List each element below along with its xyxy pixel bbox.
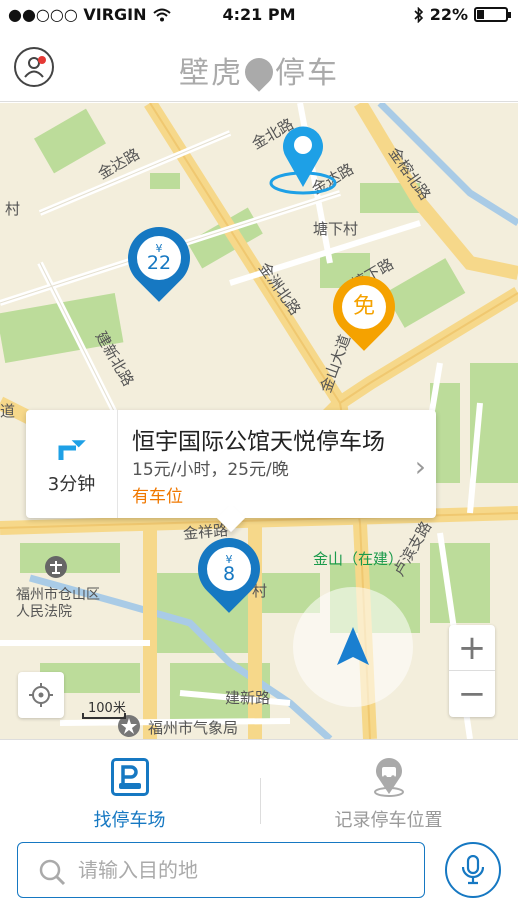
search-input[interactable] xyxy=(78,851,408,889)
zoom-in-button[interactable]: + xyxy=(449,625,495,671)
zoom-controls: + − xyxy=(449,625,495,717)
free-label: 免 xyxy=(352,294,375,319)
zoom-out-button[interactable]: − xyxy=(449,671,495,717)
destination-pin-icon[interactable] xyxy=(268,121,338,195)
availability-status: 有车位 xyxy=(132,487,183,507)
parking-price-info: 15元/小时，25元/晚 xyxy=(132,460,289,480)
parking-lot-name: 恒宇国际公馆天悦停车场 xyxy=(132,429,385,455)
app-logo: 壁虎 停车 xyxy=(0,48,518,92)
current-location-marker xyxy=(293,587,413,707)
logo-text-right: 停车 xyxy=(275,56,339,91)
map-label-court: 福州市仓山区人民法院 xyxy=(16,587,100,620)
chevron-right-icon[interactable]: › xyxy=(415,450,426,483)
tab-record-parking-label: 记录停车位置 xyxy=(334,810,443,831)
map-label-cun: 村 xyxy=(5,200,21,218)
navigate-button[interactable]: 3分钟 xyxy=(26,410,118,518)
microphone-icon xyxy=(462,855,484,885)
map-label-dao: 道 xyxy=(0,402,16,420)
app-header: 壁虎 停车 xyxy=(0,30,518,102)
parking-icon xyxy=(110,758,149,796)
bottom-panel: 找停车场 记录停车位置 xyxy=(0,739,518,920)
tab-record-parking[interactable]: 记录停车位置 xyxy=(259,740,518,840)
tab-find-parking-label: 找停车场 xyxy=(93,810,166,831)
voice-input-button[interactable] xyxy=(445,842,501,898)
status-bar: ●●○○○ VIRGIN 4:21 PM 22% xyxy=(0,0,518,30)
parking-pin[interactable]: ¥ 8 xyxy=(185,525,273,616)
search-icon xyxy=(39,859,66,886)
court-icon xyxy=(45,556,67,578)
turn-right-icon xyxy=(58,440,86,460)
tab-find-parking[interactable]: 找停车场 xyxy=(0,740,259,840)
navigation-arrow-icon xyxy=(337,627,369,665)
destination-search[interactable] xyxy=(17,842,425,898)
parking-price: 22 xyxy=(146,252,172,274)
record-location-icon xyxy=(373,758,404,797)
battery-fill xyxy=(477,10,484,19)
map-label-tangxiacun: 塘下村 xyxy=(313,220,359,238)
gecko-pin-icon xyxy=(239,52,279,92)
map-label-jianxin: 建新路 xyxy=(225,689,271,707)
bluetooth-icon xyxy=(414,6,423,23)
parking-price: 8 xyxy=(222,563,236,585)
map-label-weather: 福州市气象局 xyxy=(148,719,239,737)
battery-icon xyxy=(474,7,511,22)
map-view[interactable]: 金达路 金北路 金达路 塘下村 金洲北路 金榕北路 塘下路 建新北路 金山大道 … xyxy=(0,103,518,739)
crosshair-icon xyxy=(29,683,53,707)
parking-pin[interactable]: ¥ 22 xyxy=(115,214,203,305)
locate-me-button[interactable] xyxy=(18,672,64,718)
travel-time: 3分钟 xyxy=(47,474,96,495)
battery-percent: 22% xyxy=(429,5,468,24)
free-parking-pin[interactable]: 免 xyxy=(320,263,408,354)
scale-bar xyxy=(82,713,126,719)
parking-info-card[interactable]: 3分钟 恒宇国际公馆天悦停车场 15元/小时，25元/晚 有车位 › xyxy=(26,410,436,518)
logo-text-left: 壁虎 xyxy=(179,56,243,91)
